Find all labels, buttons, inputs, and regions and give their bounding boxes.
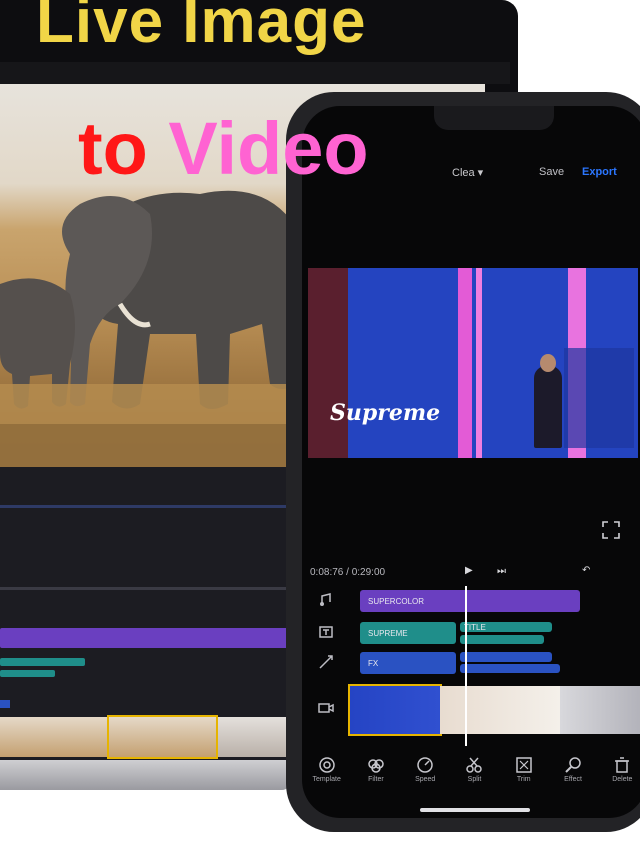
home-indicator xyxy=(420,808,530,812)
track-clip-blue[interactable]: FX xyxy=(360,652,456,674)
laptop-toolbar xyxy=(0,62,510,84)
preview-overlay-text: Supreme xyxy=(330,400,441,426)
laptop-track-teal-2[interactable] xyxy=(0,670,55,677)
tool-label: Split xyxy=(467,776,482,783)
track-label: FX xyxy=(368,659,379,668)
track-clip-teal-small[interactable]: TITLE xyxy=(460,622,552,632)
project-name-dropdown[interactable]: Clea ▾ xyxy=(452,166,483,179)
headline-video: Video xyxy=(168,107,369,190)
clip-thumbnail[interactable] xyxy=(560,686,640,734)
tool-label: Effect xyxy=(564,776,582,783)
track-clip-blue-small[interactable] xyxy=(460,664,560,673)
preview-person xyxy=(534,366,562,448)
phone-screen: Clea ▾ Save Export Supreme 0:08:76 / 0:2… xyxy=(302,106,640,818)
playhead[interactable] xyxy=(465,586,467,746)
trim-button[interactable]: Trim xyxy=(503,756,545,804)
preview-shadow xyxy=(564,348,634,448)
text-track-icon[interactable] xyxy=(318,624,334,640)
delete-icon xyxy=(615,757,630,773)
headline-line-2: to Video xyxy=(78,106,369,191)
tool-label: Filter xyxy=(368,776,384,783)
clip-thumbnail[interactable] xyxy=(0,717,107,757)
template-button[interactable]: Template xyxy=(306,756,348,804)
trim-icon xyxy=(516,757,532,773)
speed-button[interactable]: Speed xyxy=(404,756,446,804)
effect-button[interactable]: Effect xyxy=(552,756,594,804)
filter-icon xyxy=(368,759,384,773)
track-clip-teal[interactable]: SUPREME xyxy=(360,622,456,644)
timeline-scroll[interactable] xyxy=(0,587,300,590)
preview-pink-pillar xyxy=(458,268,472,458)
effect-icon xyxy=(565,757,581,773)
tool-label: Trim xyxy=(516,776,531,783)
timecode: 0:08:76 / 0:29:00 xyxy=(310,567,386,578)
delete-button[interactable]: Delete xyxy=(601,756,640,804)
effect-track-icon[interactable] xyxy=(318,654,334,670)
preview-person-head xyxy=(540,354,556,372)
track-label: SUPREME xyxy=(368,629,408,638)
laptop-track-teal[interactable] xyxy=(0,658,85,666)
video-track-icon[interactable] xyxy=(318,700,334,716)
preview-left-panel xyxy=(308,268,348,458)
video-clip-strip[interactable] xyxy=(348,684,640,736)
next-frame-icon[interactable]: ⏭ xyxy=(497,566,506,577)
undo-icon[interactable]: ↶ xyxy=(582,565,590,576)
track-clip-purple[interactable]: SUPERCOLOR xyxy=(360,590,580,612)
track-clip-blue-small[interactable] xyxy=(460,652,552,662)
track-clip-teal-small[interactable] xyxy=(460,635,544,644)
save-button[interactable]: Save xyxy=(539,166,564,178)
track-label: SUPERCOLOR xyxy=(368,597,425,606)
headline-to: to xyxy=(78,107,148,190)
split-icon xyxy=(466,757,483,773)
playback-bar: 0:08:76 / 0:29:00 ▶ ⏭ ↶ xyxy=(302,561,640,585)
audio-track-icon[interactable] xyxy=(318,592,334,608)
video-preview[interactable]: Supreme xyxy=(308,268,638,458)
headline-line-1: Live Image xyxy=(36,0,367,56)
speed-icon xyxy=(417,757,433,773)
clip-thumbnail-selected[interactable] xyxy=(107,715,218,759)
play-icon[interactable]: ▶ xyxy=(465,565,473,576)
filter-button[interactable]: Filter xyxy=(355,756,397,804)
laptop-track-blue[interactable] xyxy=(0,700,10,708)
bottom-toolbar: Template Filter Speed Split Trim Effect xyxy=(302,756,640,804)
tool-label: Template xyxy=(312,776,341,783)
phone-notch xyxy=(434,106,554,130)
clip-thumbnail-selected[interactable] xyxy=(348,684,442,736)
track-label: TITLE xyxy=(464,623,486,632)
template-icon xyxy=(318,757,335,773)
phone: Clea ▾ Save Export Supreme 0:08:76 / 0:2… xyxy=(286,92,640,832)
tool-label: Delete xyxy=(612,776,633,783)
split-button[interactable]: Split xyxy=(453,756,495,804)
clip-thumbnail[interactable] xyxy=(440,686,560,734)
tool-label: Speed xyxy=(415,776,436,783)
fullscreen-icon[interactable] xyxy=(602,521,620,539)
preview-pink-pillar xyxy=(476,268,482,458)
laptop-base xyxy=(0,760,290,790)
export-button[interactable]: Export xyxy=(582,166,617,178)
